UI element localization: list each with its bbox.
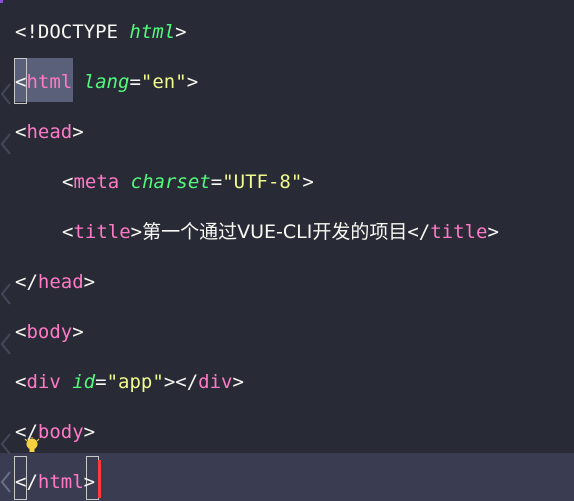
code-token: " (175, 71, 187, 93)
code-token: = (129, 71, 141, 93)
code-line-content: <body> (15, 307, 84, 357)
code-token: <!DOCTYPE (15, 21, 130, 43)
code-token: meta (73, 171, 120, 193)
code-token: < (15, 121, 27, 143)
code-token: > (175, 21, 187, 43)
code-token: div (26, 371, 61, 393)
code-line-content: </head> (15, 257, 95, 307)
code-token: > (130, 221, 143, 243)
code-token: " (140, 71, 153, 93)
code-token: head (37, 271, 84, 293)
code-token: title (430, 221, 488, 243)
code-token: div (198, 371, 233, 393)
text-caret (98, 460, 101, 498)
fold-chevron-icon[interactable] (0, 82, 14, 118)
code-token: " (106, 371, 119, 393)
code-token: html (37, 471, 84, 493)
code-token: app (118, 371, 153, 393)
code-line-content: <!DOCTYPE html> (15, 7, 187, 57)
code-token: </ (15, 271, 38, 293)
code-token: > (302, 171, 314, 193)
code-line-content: <head> (15, 107, 84, 157)
code-token: body (26, 321, 73, 343)
code-token: < (15, 321, 27, 343)
code-token: " (222, 171, 234, 193)
code-token: > (186, 71, 199, 93)
code-token: > (83, 471, 96, 493)
code-token: = (210, 171, 223, 193)
code-token: </ (15, 471, 38, 493)
code-token: body (37, 421, 84, 443)
code-token: 第一个通过VUE-CLI开发的项目 (142, 221, 408, 243)
code-line-content: <meta charset="UTF-8"> (62, 157, 314, 207)
code-line-content: <div id="app"></div> (15, 357, 244, 407)
fold-chevron-icon[interactable] (0, 432, 14, 468)
code-line-content: <title>第一个通过VUE-CLI开发的项目</title> (62, 207, 499, 257)
code-token: < (15, 371, 27, 393)
code-token: id (72, 371, 96, 393)
fold-chevron-icon[interactable] (0, 282, 14, 318)
code-token: en (152, 71, 176, 93)
code-token: ></ (163, 371, 199, 393)
fold-chevron-icon[interactable] (0, 132, 14, 168)
fold-chevron-icon[interactable] (0, 470, 14, 501)
code-token: < (62, 221, 74, 243)
code-token: > (487, 221, 499, 243)
code-token: > (72, 321, 84, 343)
code-token: head (26, 121, 73, 143)
code-token: html (129, 21, 176, 43)
code-token: < (15, 71, 27, 93)
code-editor[interactable]: <!DOCTYPE html> <html lang="en"> <head> <me… (0, 0, 574, 501)
code-token: < (62, 171, 74, 193)
lightbulb-icon[interactable] (24, 437, 40, 455)
code-token: html (26, 71, 73, 93)
code-token: > (232, 371, 244, 393)
code-token: " (152, 371, 164, 393)
code-token: > (72, 121, 84, 143)
code-token: lang (83, 71, 130, 93)
tab-accent (0, 0, 3, 3)
fold-chevron-icon[interactable] (0, 332, 14, 368)
code-token: </ (407, 221, 431, 243)
code-token: = (95, 371, 107, 393)
code-token: > (83, 271, 96, 293)
code-token: > (83, 421, 96, 443)
code-token: " (290, 171, 303, 193)
code-line-content: <html lang="en"> (15, 57, 198, 107)
code-token: title (73, 221, 131, 243)
code-token: charset (130, 171, 211, 193)
code-line-content: </html> (15, 457, 95, 501)
code-token: UTF-8 (233, 171, 291, 193)
